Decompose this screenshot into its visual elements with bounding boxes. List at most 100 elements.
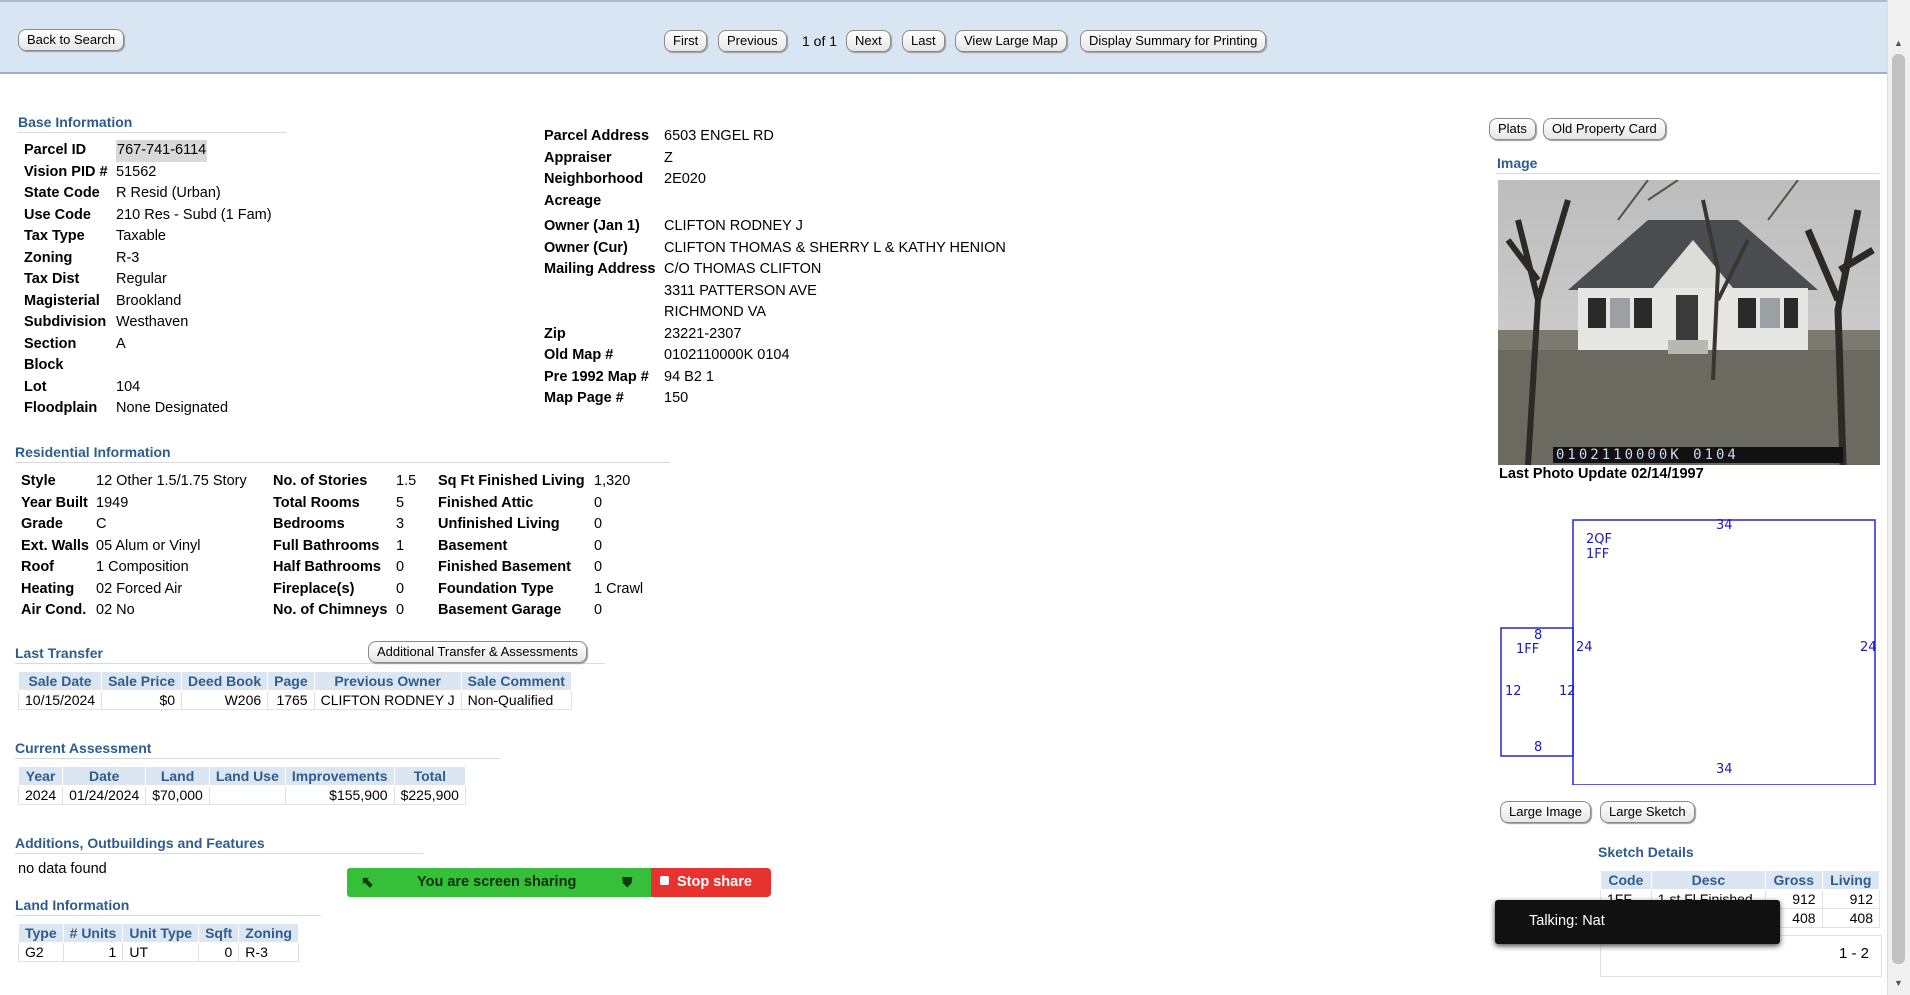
info-value: 1949 (96, 494, 129, 511)
plats-button[interactable]: Plats (1489, 118, 1536, 140)
info-key: Mailing Address (544, 261, 656, 277)
table-cell: 10/15/2024 (17, 690, 103, 710)
table-cell: CLIFTON RODNEY J (313, 690, 462, 710)
stop-icon (660, 876, 669, 885)
sketch-pager: 1 - 2 (1838, 945, 1869, 962)
share-arrow-icon: ⬉ (361, 874, 374, 891)
info-row: Parcel Address 6503 ENGEL RD (544, 126, 774, 148)
info-key: Half Bathrooms (273, 559, 381, 575)
table-header-row: Code Desc Gross Living (1600, 870, 1881, 890)
assessment-title: Current Assessment (15, 740, 501, 759)
sketch-small-left-dim: 12 (1505, 684, 1522, 699)
next-button[interactable]: Next (846, 30, 891, 52)
info-row: Owner (Jan 1) CLIFTON RODNEY J (544, 216, 1006, 238)
sketch-small-bottom-dim: 8 (1534, 740, 1543, 755)
info-row: Map Page # 150 (544, 388, 1006, 410)
column-header: Gross (1765, 870, 1823, 890)
base-info-title: Base Information (18, 114, 286, 133)
info-row: Use Code 210 Res - Subd (1 Fam) (24, 205, 272, 227)
old-property-card-button[interactable]: Old Property Card (1543, 118, 1666, 140)
view-large-map-button[interactable]: View Large Map (955, 30, 1067, 52)
info-value: None Designated (116, 400, 229, 416)
info-value[interactable]: 767-741-6114 (116, 140, 208, 162)
info-row: Full Bathrooms 1 (273, 536, 416, 558)
scrollbar-thumb[interactable] (1892, 54, 1905, 964)
table-cell: UT (122, 942, 200, 962)
table-cell: $155,900 (284, 785, 395, 805)
column-header: Sqft (198, 923, 240, 943)
info-key: Subdivision (24, 314, 107, 330)
large-sketch-button[interactable]: Large Sketch (1600, 801, 1695, 823)
info-key: Owner (Cur) (544, 239, 628, 256)
info-value: 150 (664, 390, 689, 406)
property-photo[interactable] (1498, 180, 1880, 465)
info-row: Bedrooms 3 (273, 514, 416, 536)
info-value: 3 (396, 516, 405, 532)
previous-button[interactable]: Previous (718, 30, 787, 52)
info-value: 210 Res - Subd (1 Fam) (116, 206, 272, 223)
scroll-down-icon[interactable]: ▼ (1894, 978, 1903, 988)
photo-caption: 0102110000K 0104 (1556, 447, 1739, 463)
back-to-search-button[interactable]: Back to Search (18, 29, 125, 51)
additions-title: Additions, Outbuildings and Features (15, 835, 423, 854)
assessment-table: Year Date Land Land Use Improvements Total 202… (17, 766, 466, 805)
column-header: Code (1600, 870, 1652, 890)
info-value: 1 Composition (96, 559, 189, 575)
scroll-up-icon[interactable]: ▲ (1894, 38, 1903, 48)
info-value: 104 (116, 378, 141, 395)
info-row: Appraiser Z (544, 148, 774, 170)
additional-transfer-button[interactable]: Additional Transfer & Assessments (368, 641, 587, 663)
column-header: Previous Owner (313, 671, 462, 691)
table-cell: 0 (198, 942, 240, 962)
info-key: Basement (438, 537, 508, 554)
column-header: Year (17, 766, 64, 786)
info-row: Floodplain None Designated (24, 398, 272, 420)
residential-info-title: Residential Information (15, 444, 670, 463)
info-key: Total Rooms (273, 494, 360, 511)
building-sketch[interactable] (1498, 515, 1888, 785)
info-row: Parcel ID 767-741-6114 (24, 140, 272, 162)
info-row: Fireplace(s) 0 (273, 579, 416, 601)
land-info-title: Land Information (15, 897, 321, 916)
table-cell: W206 (181, 690, 269, 710)
info-key: Bedrooms (273, 516, 345, 532)
sketch-left-dim: 24 (1576, 640, 1593, 655)
screen-share-banner: ⬉ You are screen sharing ⛊ (347, 868, 651, 897)
info-row: Mailing Address C/O THOMAS CLIFTON (544, 259, 1006, 281)
info-value: 6503 ENGEL RD (664, 128, 774, 144)
info-value: RICHMOND VA (664, 304, 767, 320)
info-key: Lot (24, 378, 47, 395)
info-row: Pre 1992 Map # 94 B2 1 (544, 367, 1006, 389)
column-header: Land (145, 766, 210, 786)
table-cell: G2 (18, 942, 64, 962)
info-key: Finished Attic (438, 494, 534, 511)
large-image-button[interactable]: Large Image (1500, 801, 1591, 823)
info-value: 0 (594, 602, 603, 618)
info-value: 1.5 (396, 473, 417, 489)
page-scrollbar[interactable]: ▲ ▼ (1887, 0, 1910, 995)
page-indicator: 1 of 1 (802, 33, 838, 49)
info-row: Air Cond. 02 No (21, 600, 247, 622)
info-row: Sq Ft Finished Living 1,320 (438, 471, 643, 493)
stop-share-button[interactable]: Stop share (651, 868, 771, 897)
last-button[interactable]: Last (902, 30, 945, 52)
table-cell: R-3 (238, 942, 299, 962)
table-cell: $225,900 (393, 785, 466, 805)
info-row: Basement 0 (438, 536, 643, 558)
table-row: G2 1 UT 0 R-3 (18, 942, 299, 962)
first-button[interactable]: First (664, 30, 708, 52)
info-key: Zoning (24, 249, 73, 266)
info-value: 12 Other 1.5/1.75 Story (96, 473, 247, 489)
display-summary-button[interactable]: Display Summary for Printing (1080, 30, 1267, 52)
info-row: Total Rooms 5 (273, 493, 416, 515)
info-value: C (96, 516, 107, 532)
table-cell: Non-Qualified (460, 690, 572, 710)
info-value: Brookland (116, 292, 182, 309)
talking-text: Talking: Nat (1529, 913, 1605, 929)
info-value: 94 B2 1 (664, 368, 714, 385)
info-value: C/O THOMAS CLIFTON (664, 261, 822, 277)
column-header: Sale Date (17, 671, 103, 691)
info-row: Heating 02 Forced Air (21, 579, 247, 601)
info-value: Regular (116, 271, 167, 287)
parcel-info-list: Parcel Address 6503 ENGEL RD Appraiser Z Nei… (544, 126, 774, 212)
